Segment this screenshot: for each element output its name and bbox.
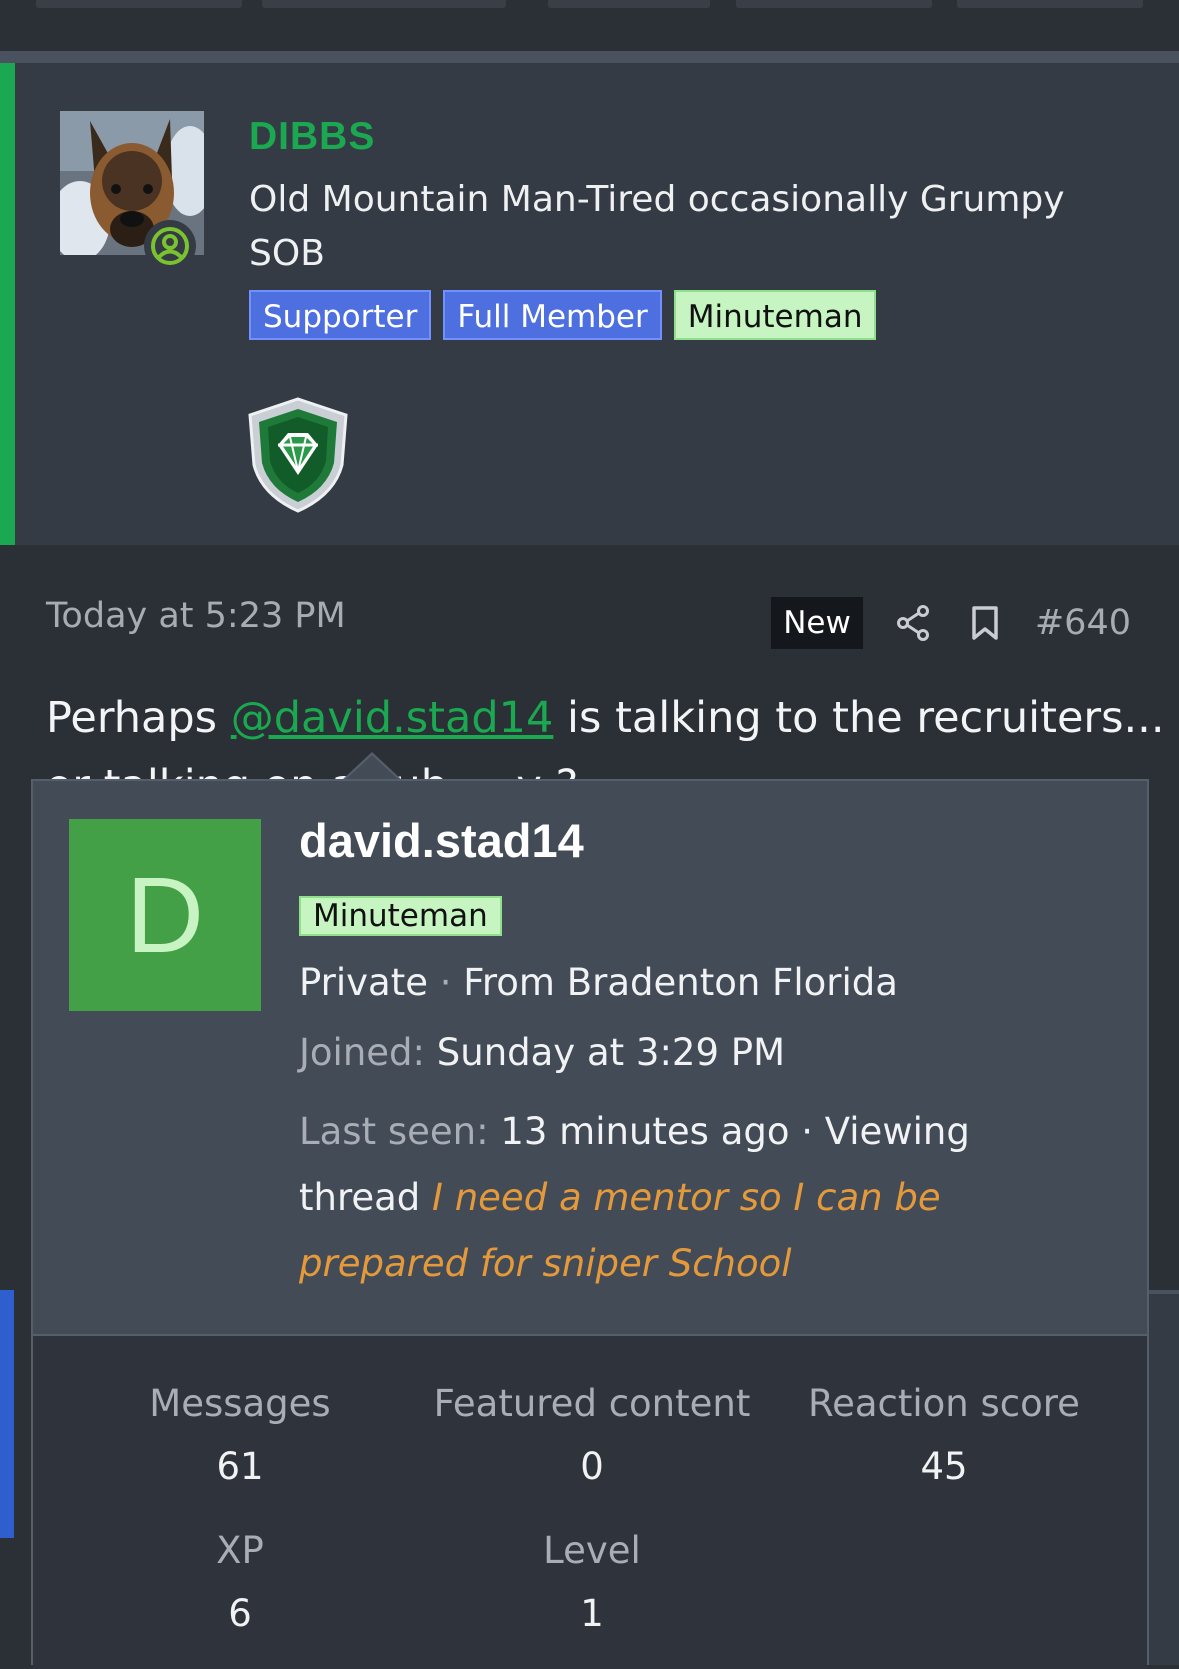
- member-joined: Joined: Sunday at 3:29 PM: [299, 1031, 785, 1074]
- badge-minuteman: Minuteman: [299, 896, 502, 936]
- member-avatar[interactable]: D: [69, 819, 261, 1011]
- next-post-edge-line: [1147, 1290, 1179, 1294]
- bookmark-icon[interactable]: [963, 601, 1007, 645]
- tooltip-arrow-fill: [344, 755, 400, 781]
- footer-segment: [548, 0, 710, 8]
- joined-label: Joined:: [299, 1031, 425, 1074]
- next-post-edge: [1147, 1290, 1179, 1665]
- author-user-title: Old Mountain Man-Tired occasionally Grum…: [249, 179, 1065, 274]
- stat-label: XP: [216, 1529, 264, 1572]
- footer-segment: [262, 0, 506, 8]
- member-username[interactable]: david.stad14: [299, 813, 584, 868]
- badge-supporter: Supporter: [249, 290, 432, 340]
- last-seen-label: Last seen:: [299, 1110, 489, 1153]
- new-post-indicator: New: [771, 597, 863, 649]
- post-divider: [0, 51, 1179, 63]
- author-name[interactable]: DIBBS: [249, 115, 375, 159]
- online-user-icon: [151, 227, 189, 265]
- post-actions: New #640: [771, 597, 1131, 649]
- stat-value: 0: [580, 1445, 604, 1488]
- author-badges: Supporter Full Member Minuteman: [249, 290, 877, 340]
- stat-messages[interactable]: Messages 61: [60, 1382, 420, 1488]
- stat-featured-content[interactable]: Featured content 0: [412, 1382, 772, 1488]
- badge-minuteman: Minuteman: [673, 290, 877, 340]
- member-last-seen: Last seen: 13 minutes ago · Viewing thre…: [299, 1099, 1099, 1297]
- next-post-accent-bar: [0, 1290, 14, 1538]
- member-stats: Messages 61 Featured content 0 Reaction …: [33, 1334, 1147, 1669]
- badge-full-member: Full Member: [443, 290, 662, 340]
- stat-label: Level: [543, 1529, 641, 1572]
- stat-label: Featured content: [433, 1382, 751, 1425]
- stat-value: 6: [228, 1592, 252, 1635]
- post-text-before: Perhaps: [46, 693, 231, 743]
- stat-xp: XP 6: [60, 1529, 420, 1635]
- member-rank: Private: [299, 961, 428, 1004]
- stat-value: 1: [580, 1592, 604, 1635]
- author-accent-bar: [0, 63, 15, 545]
- stat-reaction-score[interactable]: Reaction score 45: [764, 1382, 1124, 1488]
- post-message: Perhaps @david.stad14 is talking to the …: [46, 693, 1164, 743]
- post-author-block: DIBBS Old Mountain Man-Tired occasionall…: [0, 63, 1179, 545]
- stat-label: Messages: [149, 1382, 331, 1425]
- share-icon[interactable]: [891, 601, 935, 645]
- stat-label: Reaction score: [808, 1382, 1080, 1425]
- joined-value: Sunday at 3:29 PM: [436, 1031, 785, 1074]
- stat-value: 45: [920, 1445, 968, 1488]
- post-text-after: is talking to the recruiters...: [553, 693, 1165, 743]
- member-tooltip-card: D david.stad14 Minuteman Private · From …: [31, 779, 1149, 1669]
- member-location: From Bradenton Florida: [463, 961, 898, 1004]
- post-number-link[interactable]: #640: [1035, 603, 1131, 643]
- member-badges: Minuteman: [299, 891, 502, 941]
- online-status-badge: [144, 220, 196, 272]
- stat-level: Level 1: [412, 1529, 772, 1635]
- separator: ·: [428, 961, 464, 1004]
- footer-segment: [36, 0, 242, 8]
- post-date[interactable]: Today at 5:23 PM: [46, 596, 346, 636]
- diamond-shield-trophy-icon[interactable]: [242, 395, 354, 515]
- user-mention-link[interactable]: @david.stad14: [231, 693, 554, 743]
- member-blurb: Private · From Bradenton Florida: [299, 961, 898, 1004]
- footer-segment: [957, 0, 1143, 8]
- footer-segment: [736, 0, 932, 8]
- stat-value: 61: [216, 1445, 264, 1488]
